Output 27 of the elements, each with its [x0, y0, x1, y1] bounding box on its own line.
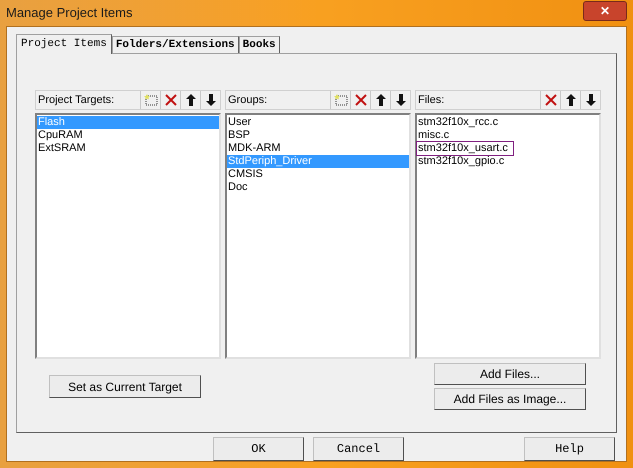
tab[interactable]: Folders/Extensions	[112, 36, 239, 53]
panel-title: Groups:	[227, 92, 268, 108]
set-target-button[interactable]: Set as Current Target	[49, 375, 201, 398]
close-button[interactable]: ✕	[583, 1, 627, 21]
panel-title: Project Targets:	[37, 92, 114, 108]
list-item[interactable]: Doc	[227, 181, 409, 194]
add-files-button[interactable]: Add Files as Image...	[434, 388, 586, 410]
list-item[interactable]: stm32f10x_usart.c	[417, 142, 513, 155]
dialog-button[interactable]: Cancel	[313, 437, 404, 461]
list-item[interactable]: CMSIS	[227, 168, 409, 181]
tab[interactable]: Books	[238, 36, 280, 53]
list-item[interactable]: User	[227, 116, 409, 129]
list-item[interactable]: BSP	[227, 129, 409, 142]
add-files-button[interactable]: Add Files...	[434, 363, 586, 385]
list-item[interactable]: MDK-ARM	[227, 142, 409, 155]
new-item-icon[interactable]	[330, 91, 350, 109]
tab[interactable]: Project Items	[16, 34, 112, 54]
dialog-button[interactable]: Help	[524, 437, 615, 461]
list-item[interactable]: stm32f10x_rcc.c	[417, 116, 599, 129]
new-item-icon[interactable]	[140, 91, 160, 109]
list-item[interactable]: ExtSRAM	[37, 142, 219, 155]
window-title: Manage Project Items	[6, 4, 132, 22]
list-item[interactable]: CpuRAM	[37, 129, 219, 142]
list-item[interactable]: misc.c	[417, 129, 599, 142]
list-item[interactable]: stm32f10x_gpio.c	[417, 155, 599, 168]
panel-title: Files:	[417, 92, 444, 108]
dialog-button[interactable]: OK	[213, 437, 304, 461]
